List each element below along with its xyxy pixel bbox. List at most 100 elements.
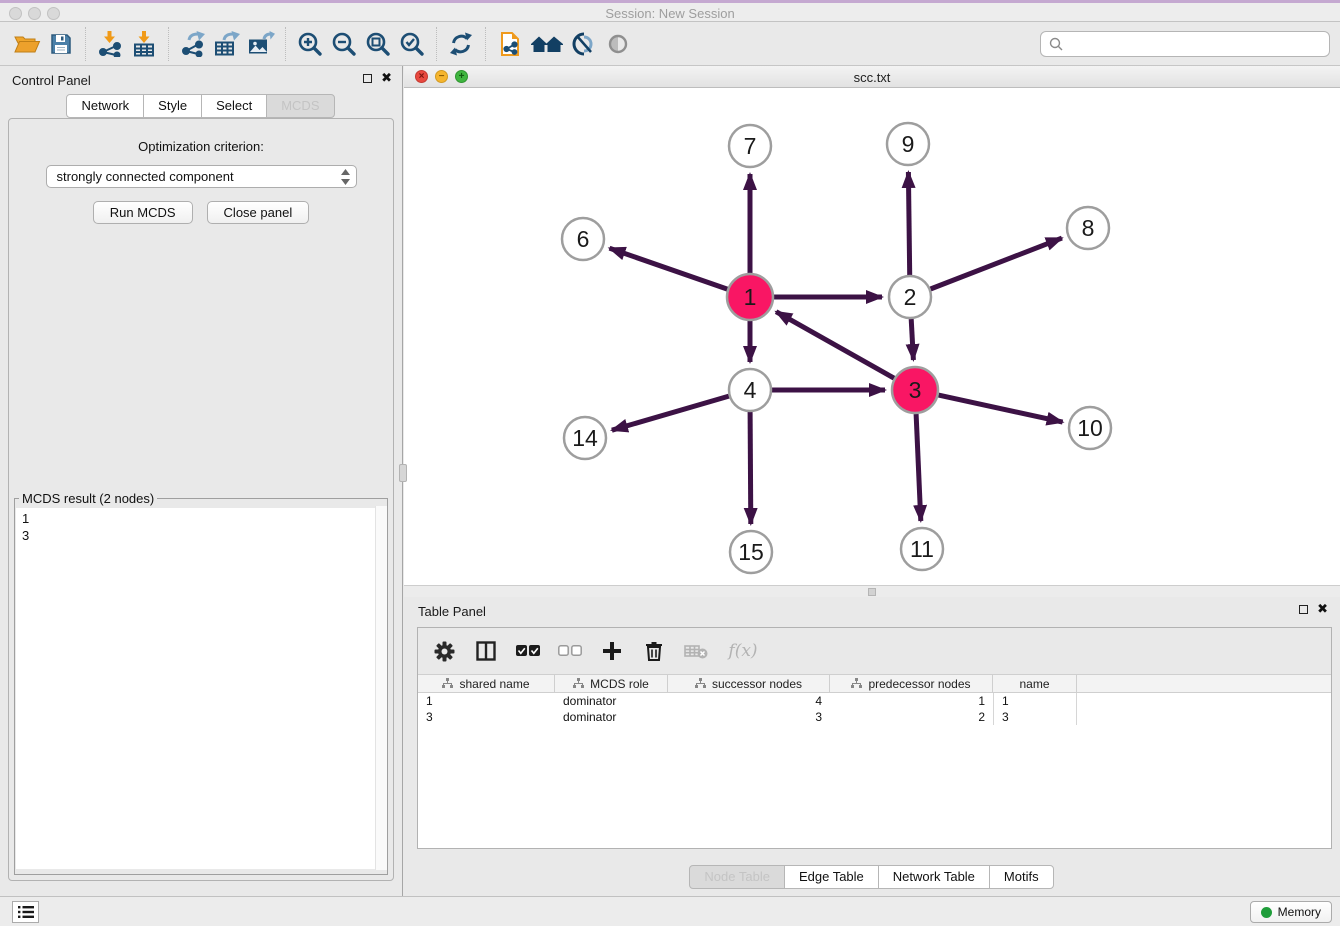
delete-column-button[interactable] [642,638,666,664]
graph-node-14[interactable]: 14 [564,417,606,459]
show-hide-button[interactable] [601,27,635,61]
tab-motifs[interactable]: Motifs [989,865,1054,889]
column-header-label: shared name [459,677,529,691]
tab-select[interactable]: Select [201,94,267,118]
tab-network-table[interactable]: Network Table [878,865,990,889]
graph-node-15[interactable]: 15 [730,531,772,573]
search-icon [1049,37,1063,51]
delete-table-button[interactable] [684,638,708,664]
export-image-button[interactable] [244,27,278,61]
network-window-titlebar[interactable]: × − + scc.txt [404,66,1340,88]
deselect-all-button[interactable] [558,638,582,664]
network-window: × − + scc.txt 1 2 3 4 6 7 8 9 10 11 14 15 [404,66,1340,597]
graph-node-label: 1 [744,284,757,310]
column-header-mcds-role[interactable]: MCDS role [555,675,668,692]
graph-edge-4-14[interactable] [612,396,729,430]
export-network-button[interactable] [176,27,210,61]
zoom-fit-button[interactable] [361,27,395,61]
table-panel-tabs: Node TableEdge TableNetwork TableMotifs [404,865,1340,889]
graph-edge-3-1[interactable] [776,312,894,379]
graph-edge-3-11[interactable] [916,414,921,521]
float-panel-icon[interactable] [363,74,372,83]
column-header-label: successor nodes [712,677,802,691]
network-canvas[interactable]: 1 2 3 4 6 7 8 9 10 11 14 15 [404,88,1340,585]
close-panel-icon[interactable]: ✖ [381,73,392,83]
trash-icon [645,641,663,661]
network-window-title: scc.txt [404,70,1340,85]
tab-style[interactable]: Style [143,94,202,118]
table-settings-button[interactable] [432,638,456,664]
memory-status-icon [1261,907,1272,918]
toolbar-separator [168,27,169,61]
column-header-label: predecessor nodes [868,677,970,691]
graph-node-9[interactable]: 9 [887,123,929,165]
panel-resize-grip[interactable] [399,464,407,482]
graph-edge-1-6[interactable] [610,248,728,289]
table-row[interactable]: 1dominator411 [418,693,1331,709]
first-neighbors-button[interactable] [527,27,567,61]
graph-edge-2-9[interactable] [908,172,909,275]
column-header-successor-nodes[interactable]: successor nodes [668,675,830,692]
graph-edge-2-8[interactable] [931,238,1062,289]
zoom-out-button[interactable] [327,27,361,61]
table-row[interactable]: 3dominator323 [418,709,1331,725]
main-toolbar [0,22,1340,66]
optimization-criterion-dropdown[interactable]: strongly connected component [46,165,357,188]
refresh-icon [449,32,473,56]
result-scrollbar[interactable] [375,506,387,870]
graph-node-2[interactable]: 2 [889,276,931,318]
graph-node-label: 14 [572,425,598,451]
graph-node-4[interactable]: 4 [729,369,771,411]
open-session-button[interactable] [10,27,44,61]
graph-node-7[interactable]: 7 [729,125,771,167]
select-all-button[interactable] [516,638,540,664]
column-header-predecessor-nodes[interactable]: predecessor nodes [830,675,993,692]
search-input[interactable] [1069,37,1321,52]
gear-icon [434,641,455,662]
run-mcds-button[interactable]: Run MCDS [93,201,193,224]
save-session-button[interactable] [44,27,78,61]
graph-node-10[interactable]: 10 [1069,407,1111,449]
create-column-button[interactable] [600,638,624,664]
tab-mcds[interactable]: MCDS [266,94,334,118]
graph-node-1[interactable]: 1 [727,274,773,320]
graph-node-8[interactable]: 8 [1067,207,1109,249]
import-network-button[interactable] [93,27,127,61]
graph-edge-2-3[interactable] [911,319,913,360]
float-panel-icon[interactable] [1299,605,1308,614]
graph-node-label: 3 [909,377,922,403]
splitter-grip[interactable] [868,588,876,596]
apply-layout-button[interactable] [444,27,478,61]
close-panel-icon[interactable]: ✖ [1317,604,1328,614]
column-header-name[interactable]: name [993,675,1077,692]
graphics-details-button[interactable] [567,27,601,61]
task-history-button[interactable] [12,901,39,923]
table-panel: Table Panel ✖ [404,597,1340,896]
memory-button[interactable]: Memory [1250,901,1332,923]
export-table-button[interactable] [210,27,244,61]
zoom-selected-button[interactable] [395,27,429,61]
optimization-criterion-label: Optimization criterion: [9,139,393,154]
tab-edge-table[interactable]: Edge Table [784,865,879,889]
node-table-body: 1dominator4113dominator323 [418,693,1331,725]
horizontal-splitter[interactable] [404,585,1340,597]
zoom-fit-icon [365,31,391,57]
import-table-button[interactable] [127,27,161,61]
close-panel-button[interactable]: Close panel [207,201,310,224]
column-header-shared-name[interactable]: shared name [418,675,555,692]
home-icon [531,32,563,56]
clone-network-button[interactable] [493,27,527,61]
tab-network[interactable]: Network [66,94,144,118]
clone-network-icon [498,31,522,57]
graph-edge-3-10[interactable] [939,395,1063,422]
graph-node-3[interactable]: 3 [892,367,938,413]
mcds-panel: Optimization criterion: strongly connect… [8,118,394,881]
graph-node-6[interactable]: 6 [562,218,604,260]
tab-node-table[interactable]: Node Table [689,865,785,889]
function-builder-button[interactable]: f(x) [726,638,760,664]
zoom-in-button[interactable] [293,27,327,61]
graph-edge-4-15[interactable] [750,412,751,524]
graph-node-label: 6 [577,226,590,252]
show-column-panel-button[interactable] [474,638,498,664]
graph-node-11[interactable]: 11 [901,528,943,570]
